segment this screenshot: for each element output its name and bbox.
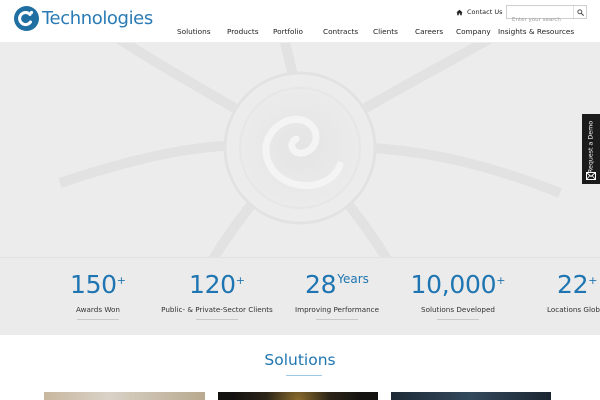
request-demo-tab[interactable]: Request a Demo xyxy=(582,114,600,184)
stat-divider xyxy=(196,319,238,320)
solutions-heading-underline xyxy=(286,375,322,376)
stat-number: 150 xyxy=(69,270,117,299)
stat-label: Locations Glob xyxy=(547,305,600,314)
stat-number: 28 xyxy=(305,270,337,299)
solution-card-image[interactable] xyxy=(44,392,205,400)
stat-suffix: Years xyxy=(337,272,369,286)
hero-banner xyxy=(0,43,600,257)
nav-item-company[interactable]: Company xyxy=(456,27,491,36)
stat-locations: 22+ Locations Glob xyxy=(545,272,600,314)
nav-item-insights-resources[interactable]: Insights & Resources xyxy=(498,27,574,36)
stat-divider xyxy=(316,319,358,320)
stat-label: Awards Won xyxy=(76,305,120,314)
stat-solutions-developed: 10,000+ Solutions Developed xyxy=(403,272,513,320)
contact-us-link[interactable]: Contact Us xyxy=(456,8,503,16)
nav-item-careers[interactable]: Careers xyxy=(415,27,443,36)
stat-suffix: + xyxy=(235,274,246,287)
turbine-background-graphic xyxy=(0,43,600,257)
stat-number: 10,000 xyxy=(410,270,497,299)
main-nav: Solutions Products Portfolio Contracts C… xyxy=(0,27,600,39)
nav-item-portfolio[interactable]: Portfolio xyxy=(273,27,303,36)
stat-divider xyxy=(437,319,479,320)
nav-item-solutions[interactable]: Solutions xyxy=(177,27,211,36)
stat-clients: 120+ Public- & Private-Sector Clients xyxy=(147,272,287,320)
request-demo-label: Request a Demo xyxy=(587,120,595,174)
nav-item-products[interactable]: Products xyxy=(227,27,259,36)
stat-years: 28Years Improving Performance xyxy=(287,272,387,320)
solution-card-image[interactable] xyxy=(218,392,378,400)
search-icon xyxy=(576,8,584,16)
page: Technologies Contact Us Solutions Produc… xyxy=(0,0,600,400)
stat-suffix: + xyxy=(496,274,506,287)
stat-suffix: + xyxy=(588,274,598,287)
search-button[interactable] xyxy=(573,6,586,18)
stat-number: 120 xyxy=(188,270,236,299)
stat-awards: 150+ Awards Won xyxy=(48,272,148,320)
mail-icon xyxy=(586,172,596,180)
site-header: Technologies Contact Us Solutions Produc… xyxy=(0,0,600,43)
search-input[interactable] xyxy=(507,14,573,26)
stats-band: 150+ Awards Won 120+ Public- & Private-S… xyxy=(0,257,600,335)
home-icon xyxy=(456,9,463,15)
solutions-heading: Solutions xyxy=(264,351,336,369)
stat-number: 22 xyxy=(557,270,589,299)
stat-suffix: + xyxy=(116,274,127,287)
stat-label: Public- & Private-Sector Clients xyxy=(161,305,273,314)
nav-item-contracts[interactable]: Contracts xyxy=(323,27,358,36)
stat-label: Improving Performance xyxy=(294,305,380,314)
nav-item-clients[interactable]: Clients xyxy=(373,27,398,36)
stat-label: Solutions Developed xyxy=(421,305,495,314)
search-box xyxy=(506,5,587,26)
stat-divider xyxy=(77,319,119,320)
contact-us-label: Contact Us xyxy=(467,8,503,16)
solution-card-image[interactable] xyxy=(391,392,551,400)
